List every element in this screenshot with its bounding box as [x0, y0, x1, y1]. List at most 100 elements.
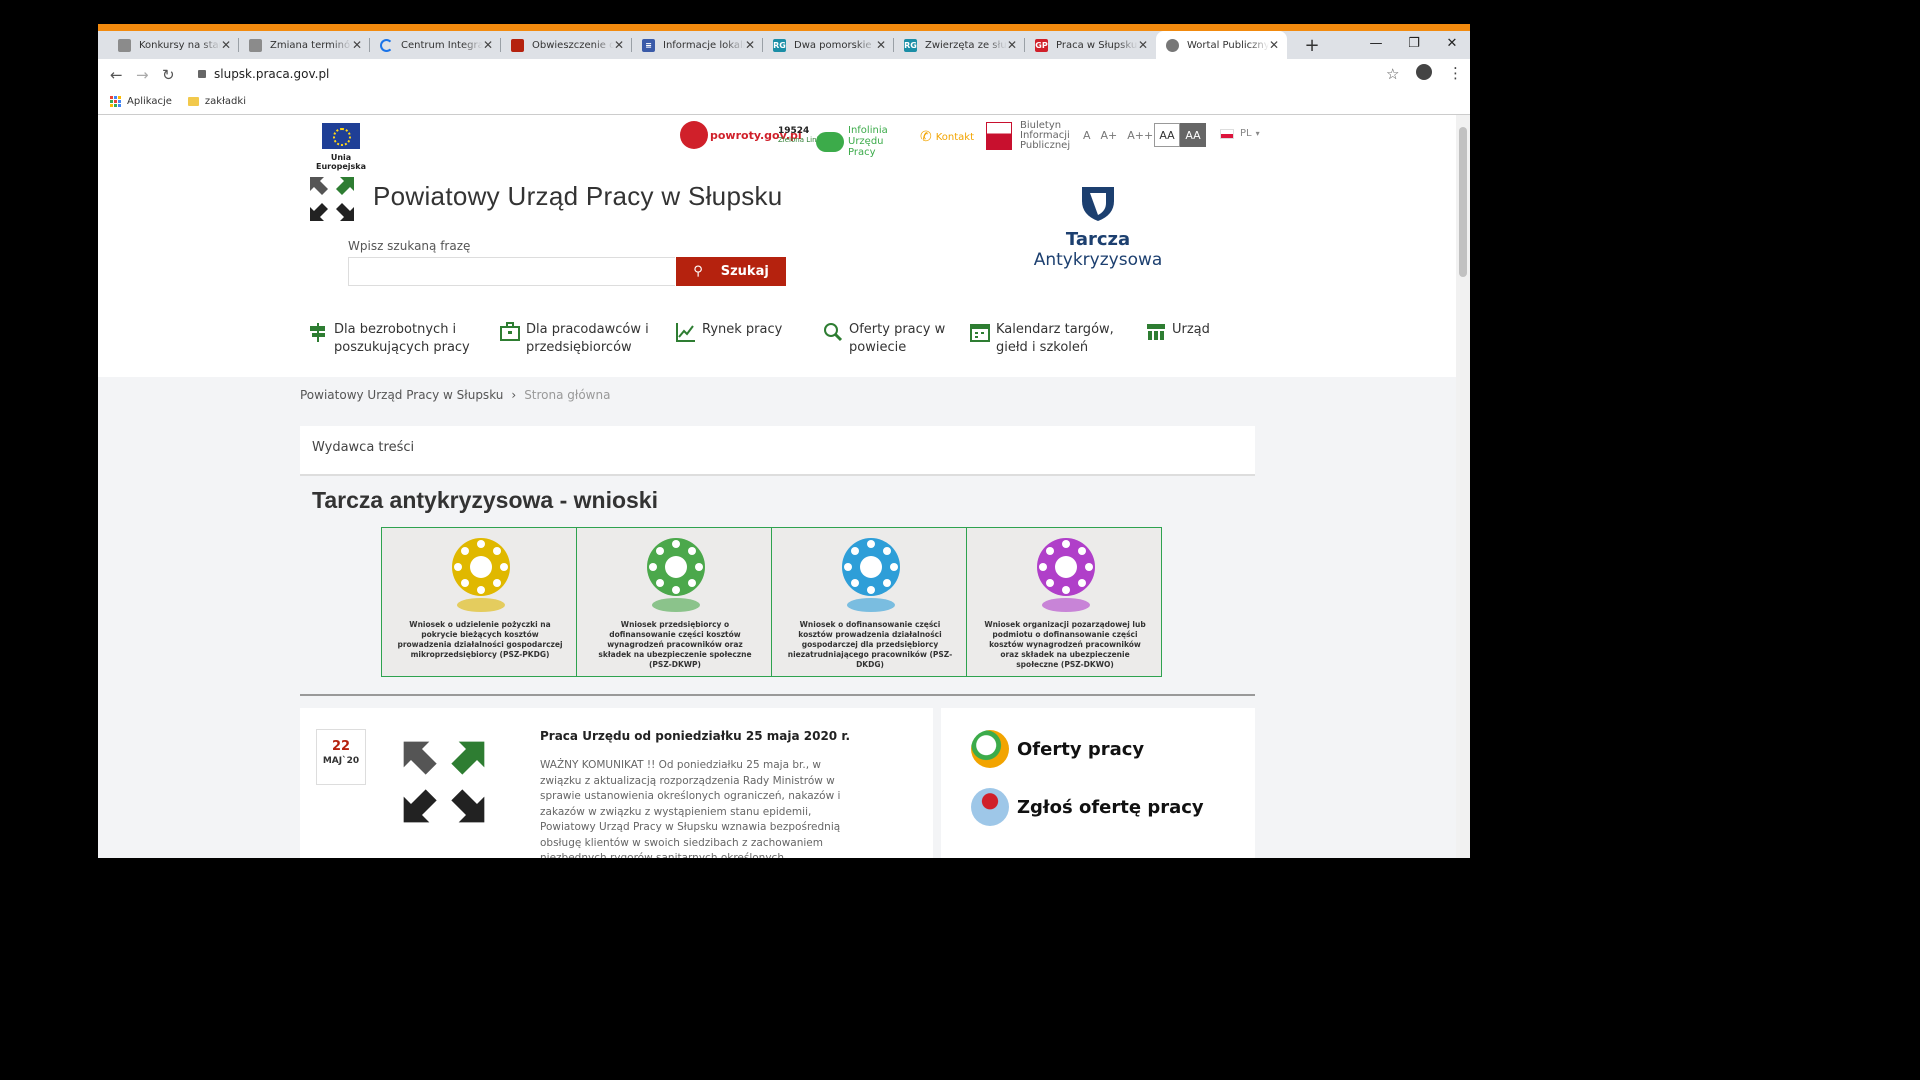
kontakt-link[interactable]: ✆ Kontakt — [920, 129, 974, 145]
font-xlarge-button[interactable]: A++ — [1127, 129, 1153, 142]
gp-icon: GP — [1035, 38, 1048, 52]
apps-icon — [110, 96, 121, 107]
bookmark-folder[interactable]: zakładki — [187, 96, 246, 107]
doc-icon — [511, 38, 524, 52]
card-psz-dkwo[interactable]: Wniosek organizacji pozarządowej lub pod… — [966, 527, 1162, 677]
tab-8-active[interactable]: Wortal Publiczny ✕ — [1156, 31, 1287, 59]
search-icon — [824, 323, 843, 342]
phone-icon: ✆ — [920, 129, 932, 145]
loading-icon — [380, 38, 393, 52]
window-top-border — [98, 24, 1470, 31]
portlet-title: Wydawca treści — [300, 426, 1255, 476]
shield-icon — [118, 38, 131, 52]
search-input[interactable] — [348, 257, 675, 286]
restore-button[interactable]: ❐ — [1396, 31, 1432, 55]
tarcza-logo[interactable]: Tarcza Antykryzysowa — [1028, 183, 1168, 270]
rg-icon: RG — [773, 38, 786, 52]
tab-0[interactable]: Konkursy na stanowiska✕ — [108, 31, 239, 59]
card-psz-pkdg[interactable]: Wniosek o udzielenie pożyczki na pokryci… — [381, 527, 577, 677]
zglos-oferte-link[interactable]: Zgłoś ofertę pracy — [971, 788, 1204, 826]
powroty-icon — [680, 121, 708, 149]
news-thumbnail-logo-icon[interactable] — [400, 738, 488, 826]
tab-2[interactable]: Centrum Integracji✕ — [370, 31, 501, 59]
nav-kalendarz[interactable]: Kalendarz targów, giełd i szkoleń — [970, 321, 1114, 357]
publisher-portlet: Wydawca treści Tarcza antykryzysowa - wn… — [300, 426, 1255, 696]
nav-bezrobotni[interactable]: Dla bezrobotnych i poszukujących pracy — [308, 321, 470, 357]
oferty-pracy-link[interactable]: Oferty pracy — [971, 730, 1144, 768]
card-psz-dkwp[interactable]: Wniosek przedsiębiorcy o dofinansowanie … — [576, 527, 772, 677]
card-psz-dkdg[interactable]: Wniosek o dofinansowanie części kosztów … — [771, 527, 967, 677]
address-bar-row: ← → ↻ slupsk.praca.gov.pl ☆ ⋮ — [98, 59, 1470, 89]
close-window-button[interactable]: ✕ — [1434, 31, 1470, 55]
tab-3[interactable]: Obwieszczenie o wyborach✕ — [501, 31, 632, 59]
star-icon[interactable]: ☆ — [1386, 65, 1399, 83]
tab-strip: Konkursy na stanowiska✕ Zmiana terminów✕… — [98, 31, 1470, 59]
infolinia-link[interactable]: Infolinia Urzędu Pracy — [816, 125, 912, 158]
url-field[interactable]: slupsk.praca.gov.pl — [188, 62, 1398, 86]
tab-1[interactable]: Zmiana terminów ✕ — [239, 31, 370, 59]
chart-line-icon — [676, 323, 695, 342]
new-tab-button[interactable]: + — [1298, 31, 1326, 59]
tab-4[interactable]: ≡Informacje lokalne✕ — [632, 31, 763, 59]
close-icon[interactable]: ✕ — [221, 38, 231, 52]
pup-logo-icon[interactable] — [308, 175, 356, 223]
folder-icon — [187, 97, 199, 106]
site-title[interactable]: Powiatowy Urząd Pracy w Słupsku — [373, 181, 783, 212]
nav-rynek-pracy[interactable]: Rynek pracy — [676, 321, 782, 342]
shield-icon — [1082, 187, 1114, 221]
close-icon[interactable]: ✕ — [483, 38, 493, 52]
virus-icon — [452, 538, 510, 596]
bip-link[interactable]: Biuletyn Informacji Publicznej — [986, 121, 1070, 151]
profile-icon[interactable] — [1416, 64, 1432, 80]
menu-icon[interactable]: ⋮ — [1448, 64, 1463, 82]
breadcrumb-home-link[interactable]: Powiatowy Urząd Pracy w Słupsku — [300, 388, 503, 402]
close-icon[interactable]: ✕ — [1138, 38, 1148, 52]
close-icon[interactable]: ✕ — [614, 38, 624, 52]
job-offer-icon — [971, 730, 1009, 768]
section-heading: Tarcza antykryzysowa - wnioski — [312, 487, 658, 513]
shield-icon — [249, 38, 262, 52]
contrast-high-button[interactable]: AA — [1180, 123, 1206, 147]
close-icon[interactable]: ✕ — [1007, 38, 1017, 52]
font-normal-button[interactable]: A — [1083, 129, 1091, 142]
contrast-controls: AA AA — [1154, 123, 1206, 147]
eu-logo: Unia Europejska — [306, 123, 376, 171]
close-icon[interactable]: ✕ — [876, 38, 886, 52]
tab-5[interactable]: RGDwa pomorskie zakłady✕ — [763, 31, 894, 59]
building-icon — [1147, 324, 1165, 340]
bookmarks-bar: Aplikacje zakładki — [98, 89, 1470, 115]
language-select[interactable]: PL ▾ — [1220, 128, 1260, 139]
back-icon[interactable]: ← — [110, 66, 123, 84]
page-scrollbar[interactable] — [1456, 115, 1470, 858]
nav-urzad[interactable]: Urząd — [1146, 321, 1210, 342]
breadcrumb-separator: › — [511, 388, 517, 402]
breadcrumb-current: Strona główna — [524, 388, 611, 402]
bookmark-apps[interactable]: Aplikacje — [110, 96, 172, 107]
date-badge: 22 MAJ`20 — [316, 729, 366, 785]
news-body: WAŻNY KOMUNIKAT !! Od poniedziałku 25 ma… — [540, 759, 841, 858]
close-icon[interactable]: ✕ — [352, 38, 362, 52]
nav-oferty-pracy[interactable]: Oferty pracy w powiecie — [823, 321, 945, 357]
close-icon[interactable]: ✕ — [745, 38, 755, 52]
tab-7[interactable]: GPPraca w Słupsku: 3✕ — [1025, 31, 1156, 59]
rg-icon: RG — [904, 38, 917, 52]
forward-icon[interactable]: → — [136, 66, 149, 84]
search-label: Wpisz szukaną frazę — [348, 239, 471, 253]
tab-6[interactable]: RGZwierzęta ze słupskiego✕ — [894, 31, 1025, 59]
search-button[interactable]: ⚲ Szukaj — [676, 257, 786, 286]
chevron-down-icon: ▾ — [1255, 129, 1260, 138]
font-large-button[interactable]: A+ — [1101, 129, 1118, 142]
close-icon[interactable]: ✕ — [1269, 38, 1279, 52]
eu-flag-icon — [322, 123, 360, 149]
minimize-button[interactable]: — — [1358, 31, 1394, 55]
scrollbar-thumb[interactable] — [1459, 127, 1467, 277]
bip-icon — [986, 122, 1012, 150]
site-header: Unia Europejska powroty.gov.pl 19524 Ziel… — [98, 115, 1456, 377]
nav-pracodawcy[interactable]: Dla pracodawców i przedsiębiorców — [500, 321, 649, 357]
news-title[interactable]: Praca Urzędu od poniedziałku 25 maja 202… — [540, 729, 850, 743]
main-content: Powiatowy Urząd Pracy w Słupsku › Strona g… — [98, 377, 1456, 858]
virus-icon — [647, 538, 705, 596]
virus-icon — [842, 538, 900, 596]
reload-icon[interactable]: ↻ — [162, 66, 175, 84]
contrast-normal-button[interactable]: AA — [1154, 123, 1180, 147]
